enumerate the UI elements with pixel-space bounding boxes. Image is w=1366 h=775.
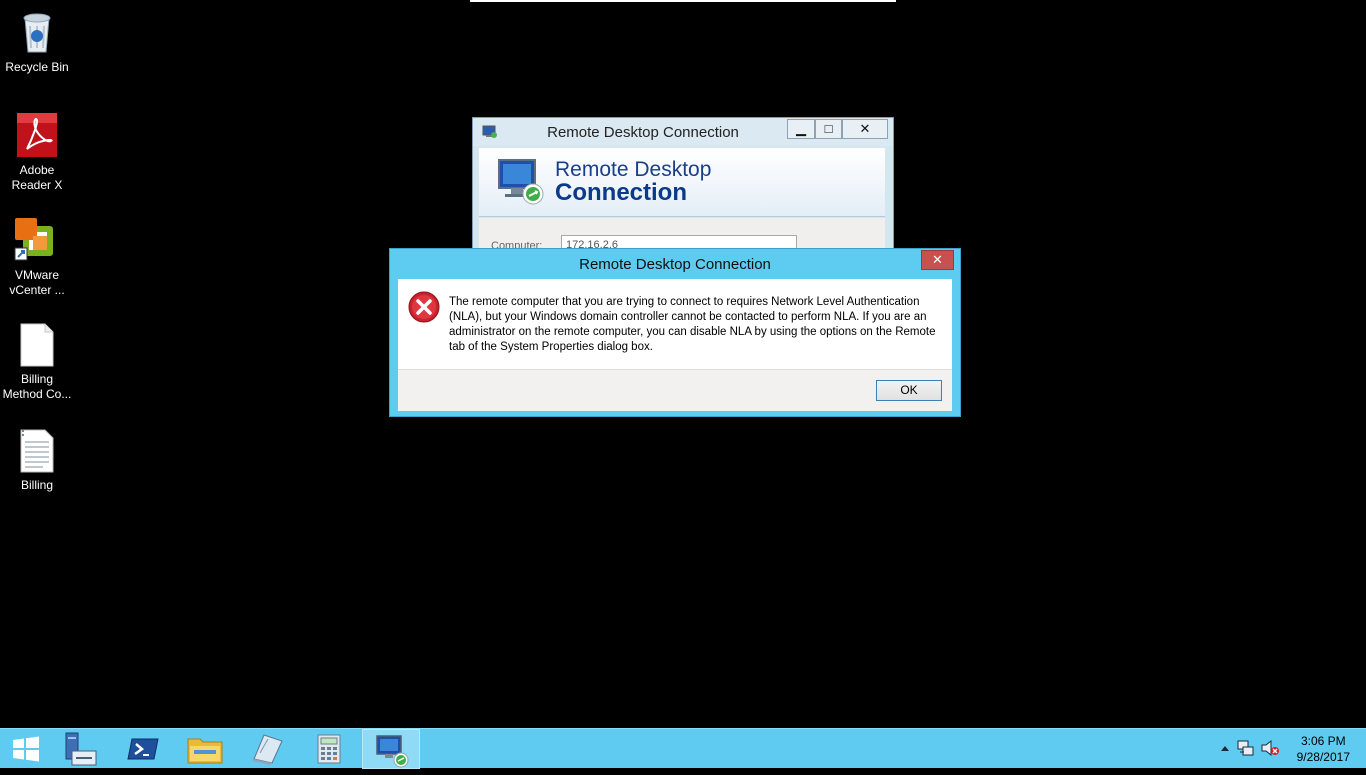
document-icon xyxy=(13,320,61,368)
remote-desktop-icon xyxy=(376,735,409,768)
clock-date: 9/28/2017 xyxy=(1296,750,1350,764)
text-document-icon xyxy=(13,426,61,474)
error-icon xyxy=(408,291,440,323)
start-button[interactable] xyxy=(0,729,52,769)
error-dialog[interactable]: Remote Desktop Connection ✕ The remote c… xyxy=(389,248,961,417)
clock-time: 3:06 PM xyxy=(1300,734,1346,748)
file-explorer-icon xyxy=(187,738,223,764)
volume-muted-icon[interactable] xyxy=(1260,739,1280,757)
desktop-icon-label: Adobe Reader X xyxy=(11,163,63,192)
show-hidden-icons-button[interactable] xyxy=(1220,741,1230,755)
error-message: The remote computer that you are trying … xyxy=(449,296,936,353)
recycle-bin-icon xyxy=(13,8,61,56)
taskbar-notepad[interactable] xyxy=(238,729,296,769)
desktop-icon-adobe-reader[interactable]: Adobe Reader X xyxy=(0,111,74,193)
desktop-icon-label: VMware vCenter ... xyxy=(9,268,65,297)
chevron-up-icon xyxy=(1221,746,1229,751)
clock[interactable]: 3:06 PM 9/28/2017 xyxy=(1297,733,1350,765)
window-titlebar[interactable]: Remote Desktop Connection ▁ □ ✕ xyxy=(473,118,893,146)
dialog-title: Remote Desktop Connection xyxy=(579,256,771,273)
top-edge-strip xyxy=(470,0,896,2)
taskbar-powershell[interactable] xyxy=(114,729,172,769)
taskbar-file-explorer[interactable] xyxy=(176,729,234,769)
vmware-vcenter-icon xyxy=(13,216,61,264)
taskbar-remote-desktop[interactable] xyxy=(362,729,420,769)
desktop-icon-billing[interactable]: Billing xyxy=(0,426,74,493)
adobe-reader-icon xyxy=(13,111,61,159)
desktop-icon-recycle-bin[interactable]: Recycle Bin xyxy=(0,8,74,75)
ok-button[interactable]: OK xyxy=(876,380,942,401)
desktop-icon-label: Billing Method Co... xyxy=(2,372,72,401)
server-manager-icon xyxy=(65,732,97,766)
dialog-content: The remote computer that you are trying … xyxy=(398,279,952,369)
taskbar-calculator[interactable] xyxy=(300,729,358,769)
remote-desktop-logo-icon xyxy=(495,156,545,206)
dialog-close-button[interactable]: ✕ xyxy=(921,250,954,270)
desktop-icon-billing-method[interactable]: Billing Method Co... xyxy=(0,320,74,402)
notepad-icon xyxy=(252,734,283,765)
maximize-button[interactable]: □ xyxy=(815,119,842,139)
desktop-icon-label: Recycle Bin xyxy=(5,60,69,74)
close-button[interactable]: ✕ xyxy=(842,119,888,139)
rdc-banner: Remote Desktop Connection xyxy=(479,148,885,217)
taskbar: 3:06 PM 9/28/2017 xyxy=(0,728,1366,769)
banner-title-line2: Connection xyxy=(555,179,687,206)
taskbar-server-manager[interactable] xyxy=(52,729,110,769)
minimize-button[interactable]: ▁ xyxy=(787,119,815,139)
dialog-footer: OK xyxy=(398,369,952,411)
powershell-icon xyxy=(127,738,159,760)
desktop-icon-vmware-vcenter[interactable]: VMware vCenter ... xyxy=(0,216,74,298)
desktop-icon-label: Billing xyxy=(20,478,53,492)
start-icon xyxy=(13,736,39,762)
network-icon[interactable] xyxy=(1236,739,1256,757)
calculator-icon xyxy=(317,734,341,764)
remote-desktop-window[interactable]: Remote Desktop Connection ▁ □ ✕ Remote D… xyxy=(472,117,894,259)
